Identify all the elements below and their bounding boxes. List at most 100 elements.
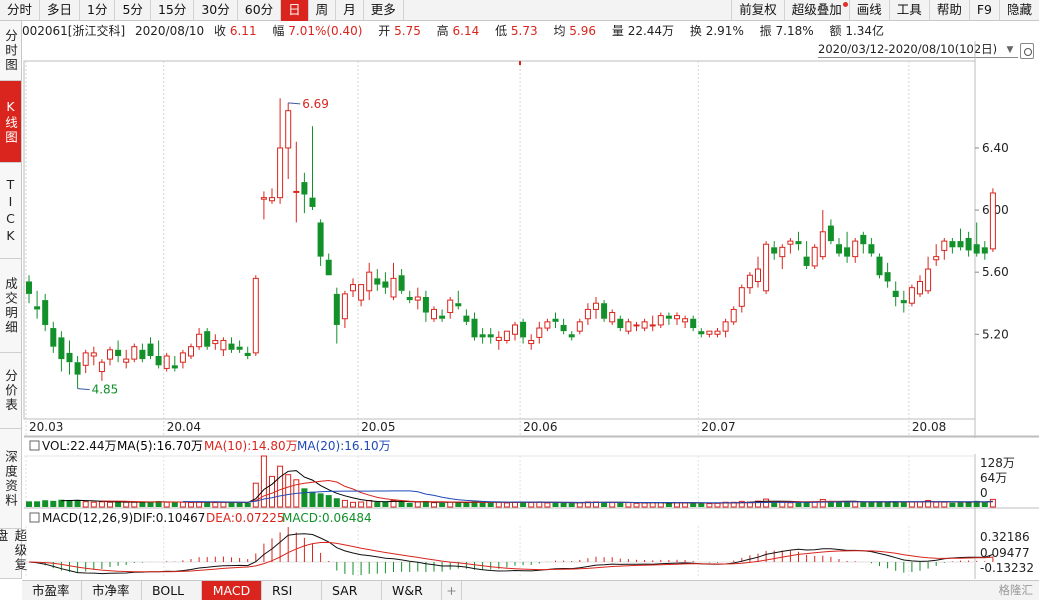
candle [163, 352, 170, 372]
volume-bar [868, 502, 875, 507]
volume-bar [252, 482, 259, 508]
volume-bar [836, 502, 842, 507]
candle [868, 238, 875, 257]
indicator-tab-2[interactable]: BOLL [142, 581, 202, 600]
volume-bar [285, 474, 292, 508]
volume-bar [674, 502, 680, 508]
date-tick-label: 20.03 [29, 420, 63, 434]
date-tick-label: 20.05 [361, 420, 395, 434]
candle [536, 321, 543, 344]
indicator-tab-6[interactable]: W&R [382, 581, 442, 600]
volume-bar [277, 465, 284, 508]
volume-ma5-line [61, 470, 993, 504]
volume-bar [957, 502, 964, 507]
candle [139, 343, 146, 363]
candle [682, 315, 689, 329]
candle [301, 172, 308, 214]
volume-bar [617, 502, 624, 507]
volume-tick-label: 64万 [980, 471, 1007, 485]
macd-dea: DEA:0.07225 [206, 511, 285, 525]
volume-bar [98, 501, 105, 508]
volume-bar [552, 502, 559, 507]
stock-chart[interactable]: 20.0320.0420.0520.0620.0720.086.406.005.… [0, 0, 1039, 580]
volume-bar [439, 502, 446, 507]
candle [779, 244, 786, 270]
volume-bar [269, 475, 275, 508]
price-tick-label: 5.20 [982, 327, 1009, 341]
candle [244, 346, 251, 360]
candle [503, 330, 510, 344]
candle [584, 303, 591, 325]
volume-bar [560, 502, 567, 507]
volume-bar [698, 503, 705, 507]
candle [698, 328, 705, 338]
volume-toggle-icon[interactable] [29, 440, 40, 451]
candle [455, 290, 462, 310]
volume-bar [309, 491, 316, 507]
volume-bar [941, 501, 948, 508]
volume-bar [876, 501, 883, 507]
candle [422, 290, 429, 322]
volume-bar [917, 501, 923, 508]
candle [431, 306, 437, 322]
candle [228, 337, 235, 353]
indicator-tab-0[interactable]: 市盈率 [22, 581, 82, 600]
candle [641, 318, 648, 332]
candle [179, 349, 186, 369]
volume-bar [171, 502, 178, 507]
volume-bar [609, 502, 616, 508]
indicator-tab-3[interactable]: MACD [202, 581, 262, 600]
candle [836, 238, 842, 257]
candle [665, 312, 672, 325]
macd-toggle-icon[interactable] [29, 512, 40, 523]
volume-bar [220, 501, 227, 508]
candle [58, 331, 65, 372]
volume-ma5: MA(5):16.70万 [117, 439, 203, 453]
add-tab-button[interactable]: + [442, 581, 462, 600]
volume-bar [333, 498, 340, 507]
volume-bar [188, 502, 194, 508]
candle [520, 318, 527, 344]
volume-bar [819, 498, 826, 508]
volume-ma10-line [101, 479, 993, 504]
macd-dea-line [28, 541, 993, 573]
candle [325, 253, 332, 276]
candle [730, 306, 737, 325]
candle [981, 241, 988, 260]
candle [277, 98, 284, 204]
candle [98, 359, 105, 381]
indicator-tab-1[interactable]: 市净率 [82, 581, 142, 600]
candle [309, 126, 316, 211]
candle [155, 340, 162, 369]
candle [755, 256, 761, 288]
candle [123, 349, 130, 369]
candle [803, 241, 810, 270]
candle [657, 312, 664, 329]
candle [333, 287, 340, 344]
volume-bar [50, 500, 57, 507]
candle [706, 330, 713, 338]
volume-bar [949, 502, 956, 507]
candle [204, 328, 211, 350]
volume-bar [892, 501, 899, 507]
candle [495, 331, 502, 350]
candle [260, 191, 267, 220]
candle [317, 219, 324, 266]
volume-bar [625, 502, 632, 508]
indicator-tab-4[interactable]: RSI [262, 581, 322, 600]
candle [74, 356, 81, 389]
volume-bar [366, 499, 373, 508]
volume-bar [301, 488, 308, 507]
indicator-tab-5[interactable]: SAR [322, 581, 382, 600]
volume-bar [317, 493, 324, 507]
candle [900, 290, 907, 313]
volume-tick-label: 128万 [980, 456, 1015, 470]
volume-bar [179, 501, 186, 508]
volume-bar [763, 498, 770, 508]
price-annotation: 6.69 [302, 97, 329, 111]
price-annotation: 4.85 [92, 383, 119, 397]
volume-bar [382, 502, 389, 507]
candle [471, 312, 478, 341]
candle [811, 244, 818, 270]
volume-ma20: MA(20):16.10万 [297, 439, 391, 453]
